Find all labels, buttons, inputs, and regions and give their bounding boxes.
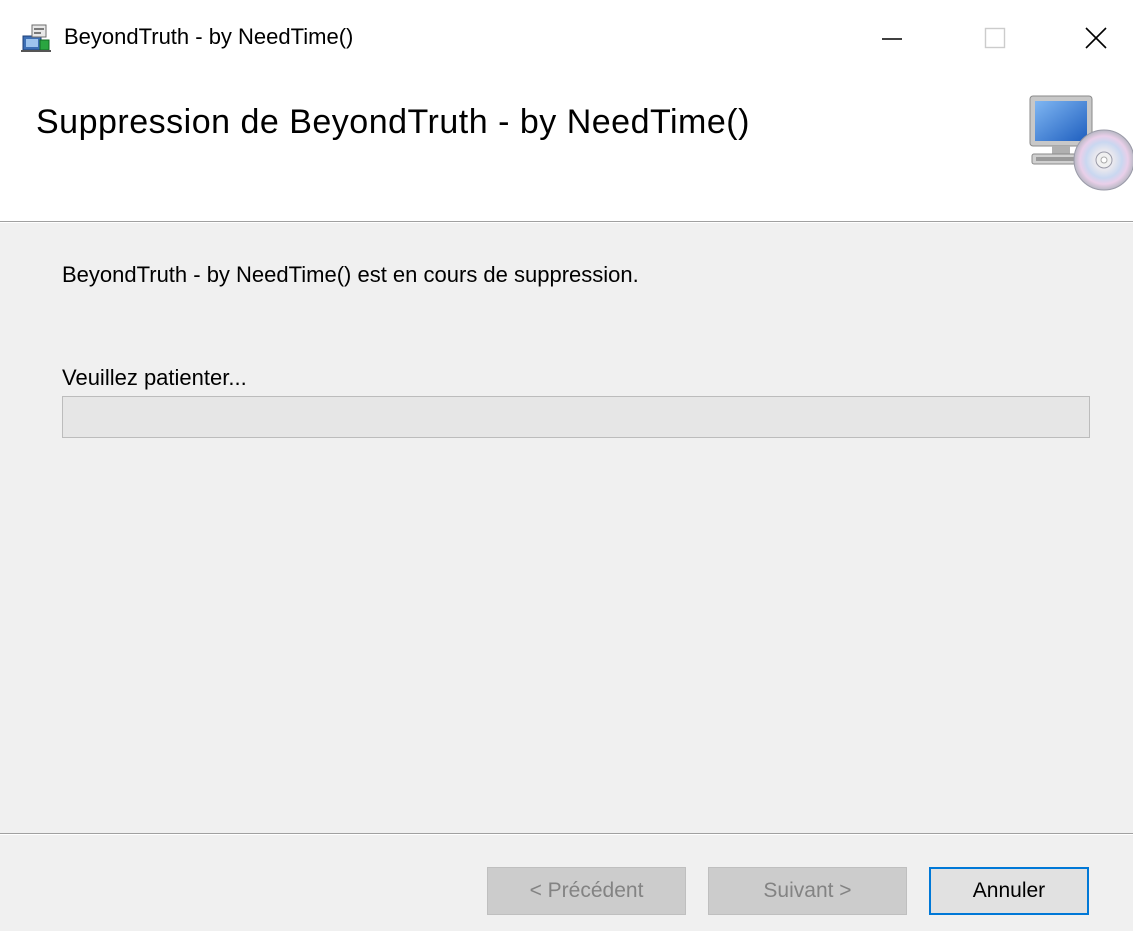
minimize-button[interactable]	[852, 0, 932, 76]
window-title: BeyondTruth - by NeedTime()	[64, 24, 354, 49]
installer-app-icon	[20, 22, 52, 54]
button-bar: < Précédent Suivant > Annuler	[0, 835, 1133, 931]
progress-panel: BeyondTruth - by NeedTime() est en cours…	[0, 223, 1133, 833]
wait-label: Veuillez patienter...	[62, 365, 247, 390]
close-button[interactable]	[1056, 0, 1133, 76]
next-button[interactable]: Suivant >	[708, 867, 907, 915]
maximize-button[interactable]	[955, 0, 1035, 76]
installer-window: BeyondTruth - by NeedTime() Suppression …	[0, 0, 1133, 931]
maximize-icon	[984, 27, 1006, 49]
minimize-icon	[881, 27, 903, 49]
status-message: BeyondTruth - by NeedTime() est en cours…	[62, 262, 639, 287]
previous-button[interactable]: < Précédent	[487, 867, 686, 915]
close-icon	[1085, 27, 1107, 49]
computer-cd-icon	[1022, 94, 1133, 194]
cancel-button[interactable]: Annuler	[929, 867, 1089, 915]
page-title: Suppression de BeyondTruth - by NeedTime…	[36, 103, 750, 141]
title-bar[interactable]: BeyondTruth - by NeedTime()	[0, 0, 1133, 80]
header-banner: Suppression de BeyondTruth - by NeedTime…	[0, 80, 1133, 221]
progress-bar	[62, 396, 1090, 438]
